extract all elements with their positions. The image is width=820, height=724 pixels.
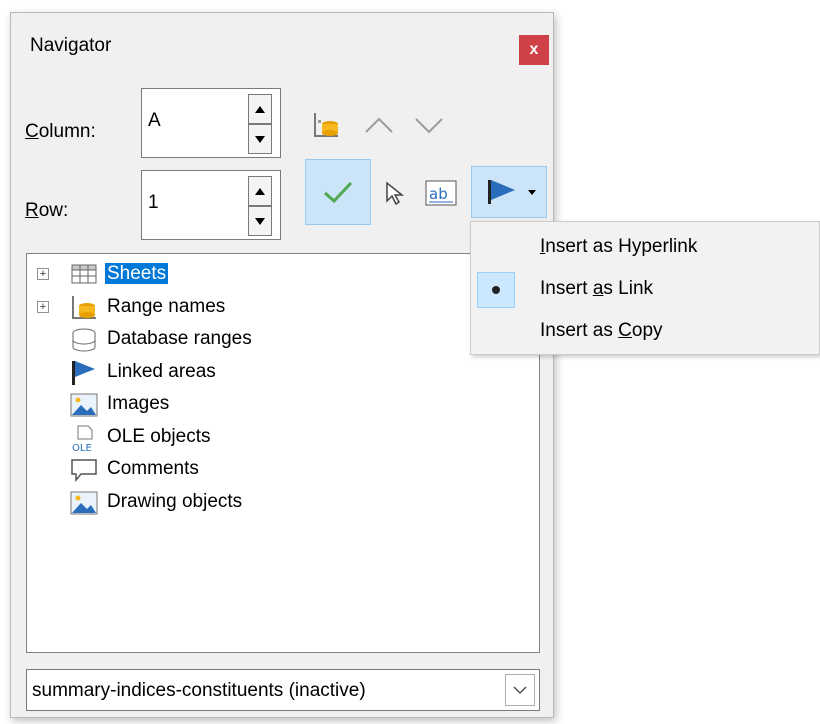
comment-icon [69, 457, 99, 483]
expand-icon[interactable]: + [37, 268, 49, 280]
close-icon: x [529, 41, 539, 58]
tree-item-label: Database ranges [107, 328, 252, 349]
triangle-up-icon [255, 187, 265, 195]
column-spinbox[interactable]: A [141, 88, 281, 158]
tree-item-sheets[interactable]: + Sheets [27, 260, 539, 290]
document-select[interactable]: summary-indices-constituents (inactive) [26, 669, 540, 711]
tree-item-drawing-objects[interactable]: Drawing objects [27, 488, 539, 518]
radio-checked-icon [477, 272, 515, 308]
tree-item-label: OLE objects [107, 425, 211, 447]
window-title: Navigator [30, 35, 112, 56]
range-names-icon [314, 113, 338, 137]
tree-item-ole-objects[interactable]: OLE OLE objects [27, 423, 539, 454]
row-label: Row: [25, 200, 69, 221]
ole-icon: OLE [69, 425, 99, 454]
menu-item-label: Insert as Link [540, 278, 654, 299]
column-decrement-button[interactable] [248, 124, 272, 154]
content-toggle-button[interactable] [305, 159, 371, 225]
triangle-down-icon [255, 217, 265, 225]
tree-item-comments[interactable]: Comments [27, 455, 539, 485]
content-tree[interactable]: + Sheets + Range names Database ranges Linked… [26, 253, 540, 653]
tree-item-range-names[interactable]: + Range names [27, 293, 539, 323]
document-select-value: summary-indices-constituents (inactive) [32, 680, 366, 701]
column-value: A [148, 110, 161, 131]
drag-mode-button[interactable] [471, 166, 547, 218]
tree-item-label: Linked areas [107, 360, 216, 382]
sheets-icon [69, 262, 99, 288]
toggle-button[interactable] [378, 173, 410, 213]
drawing-icon [69, 490, 99, 516]
flag-icon [69, 360, 99, 386]
document-select-dropdown-button[interactable] [505, 674, 535, 706]
row-decrement-button[interactable] [248, 206, 272, 236]
checkmark-icon [324, 181, 353, 204]
expand-icon[interactable]: + [37, 300, 49, 313]
menu-item-insert-as-copy[interactable]: Insert as Copy [471, 310, 819, 352]
chevron-down-icon [513, 685, 527, 694]
menu-item-insert-as-link[interactable]: Insert as Link [471, 268, 819, 310]
scenarios-button[interactable]: ab [421, 173, 461, 213]
chevron-down-icon [415, 118, 443, 134]
range-names-toolbar-button[interactable] [307, 105, 347, 145]
tree-item-label: Sheets [105, 263, 169, 284]
menu-item-label: Insert as Copy [540, 320, 663, 341]
tree-item-linked-areas[interactable]: Linked areas [27, 358, 539, 388]
range-names-icon [69, 295, 99, 321]
column-label: Column: [25, 121, 96, 142]
column-increment-button[interactable] [248, 94, 272, 124]
tree-item-label: Comments [107, 458, 199, 479]
menu-item-label: Insert as Hyperlink [540, 236, 698, 257]
scenario-icon: ab [425, 180, 457, 206]
flag-icon [488, 180, 536, 204]
svg-text:ab: ab [429, 185, 448, 203]
tree-item-label: Images [107, 393, 170, 414]
row-value: 1 [148, 192, 159, 213]
drag-mode-menu: Insert as Hyperlink Insert as Link Insert … [470, 221, 820, 355]
database-icon [69, 327, 99, 353]
dropdown-arrow-icon [528, 190, 536, 195]
tree-item-label: Drawing objects [107, 490, 243, 512]
previous-button[interactable] [361, 107, 397, 143]
menu-item-insert-as-hyperlink[interactable]: Insert as Hyperlink [471, 226, 819, 268]
next-button[interactable] [411, 107, 447, 143]
tree-item-images[interactable]: Images [27, 390, 539, 420]
triangle-down-icon [255, 135, 265, 143]
image-icon [69, 392, 99, 418]
tree-item-database-ranges[interactable]: Database ranges [27, 325, 539, 355]
row-spinbox[interactable]: 1 [141, 170, 281, 240]
title-bar: Navigator x [11, 13, 553, 73]
tree-item-label: Range names [107, 295, 226, 317]
triangle-up-icon [255, 105, 265, 113]
pointer-icon [386, 181, 405, 206]
row-increment-button[interactable] [248, 176, 272, 206]
chevron-up-icon [365, 117, 393, 133]
navigator-window: Navigator x Column: A Row: 1 ab + Sheets… [10, 12, 554, 718]
close-button[interactable]: x [519, 35, 549, 65]
svg-text:OLE: OLE [72, 443, 92, 453]
